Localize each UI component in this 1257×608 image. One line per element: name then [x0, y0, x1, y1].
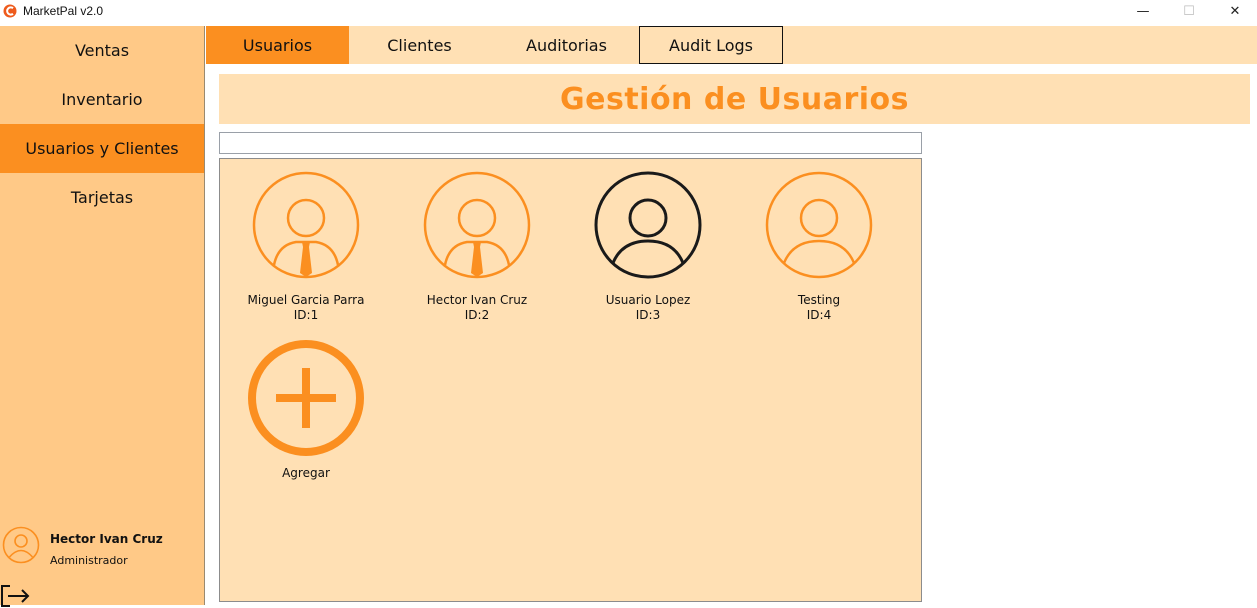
user-card[interactable]: Hector Ivan Cruz ID:2 [402, 171, 552, 323]
page-title: Gestión de Usuarios [560, 81, 909, 117]
window-title: MarketPal v2.0 [23, 4, 104, 18]
user-card[interactable]: Testing ID:4 [744, 171, 894, 323]
search-input[interactable] [219, 132, 922, 154]
user-name: Miguel Garcia Parra [247, 293, 365, 307]
user-tie-icon [252, 171, 360, 279]
user-icon [594, 171, 702, 279]
tab-bar: Usuarios Clientes Auditorias Audit Logs [206, 26, 1257, 64]
sidebar-item-inventario[interactable]: Inventario [0, 75, 204, 124]
user-icon [765, 171, 873, 279]
user-name: Testing [797, 293, 841, 307]
page-header: Gestión de Usuarios [219, 74, 1250, 124]
add-user-button[interactable]: Agregar [231, 338, 381, 480]
add-user-label: Agregar [282, 466, 330, 480]
user-card[interactable]: Usuario Lopez ID:3 [573, 171, 723, 323]
avatar [2, 526, 40, 564]
app-logo-icon [3, 4, 17, 18]
user-id: ID:3 [635, 308, 661, 322]
minimize-button[interactable]: — [1120, 0, 1166, 22]
sidebar-item-tarjetas[interactable]: Tarjetas [0, 173, 204, 222]
title-bar: MarketPal v2.0 — ☐ ✕ [0, 0, 1257, 26]
current-user-name: Hector Ivan Cruz [50, 532, 163, 546]
sidebar-item-usuarios-clientes[interactable]: Usuarios y Clientes [0, 124, 204, 173]
close-button[interactable]: ✕ [1212, 0, 1257, 22]
current-user-role: Administrador [50, 554, 128, 567]
user-id: ID:1 [293, 308, 319, 322]
tab-usuarios[interactable]: Usuarios [206, 26, 349, 64]
sidebar-item-ventas[interactable]: Ventas [0, 26, 204, 75]
tab-auditorias[interactable]: Auditorias [496, 26, 637, 64]
user-id: ID:4 [806, 308, 832, 322]
user-name: Usuario Lopez [605, 293, 691, 307]
tab-clientes[interactable]: Clientes [349, 26, 490, 64]
users-panel: Miguel Garcia Parra ID:1 Hector Ivan Cru… [219, 158, 922, 602]
user-card[interactable]: Miguel Garcia Parra ID:1 [231, 171, 381, 323]
user-tie-icon [423, 171, 531, 279]
maximize-button[interactable]: ☐ [1166, 0, 1212, 22]
sidebar: Ventas Inventario Usuarios y Clientes Ta… [0, 26, 205, 608]
user-name: Hector Ivan Cruz [426, 293, 528, 307]
logout-icon[interactable] [0, 584, 32, 608]
plus-circle-icon [248, 340, 364, 456]
user-id: ID:2 [464, 308, 490, 322]
tab-audit-logs[interactable]: Audit Logs [639, 26, 783, 64]
